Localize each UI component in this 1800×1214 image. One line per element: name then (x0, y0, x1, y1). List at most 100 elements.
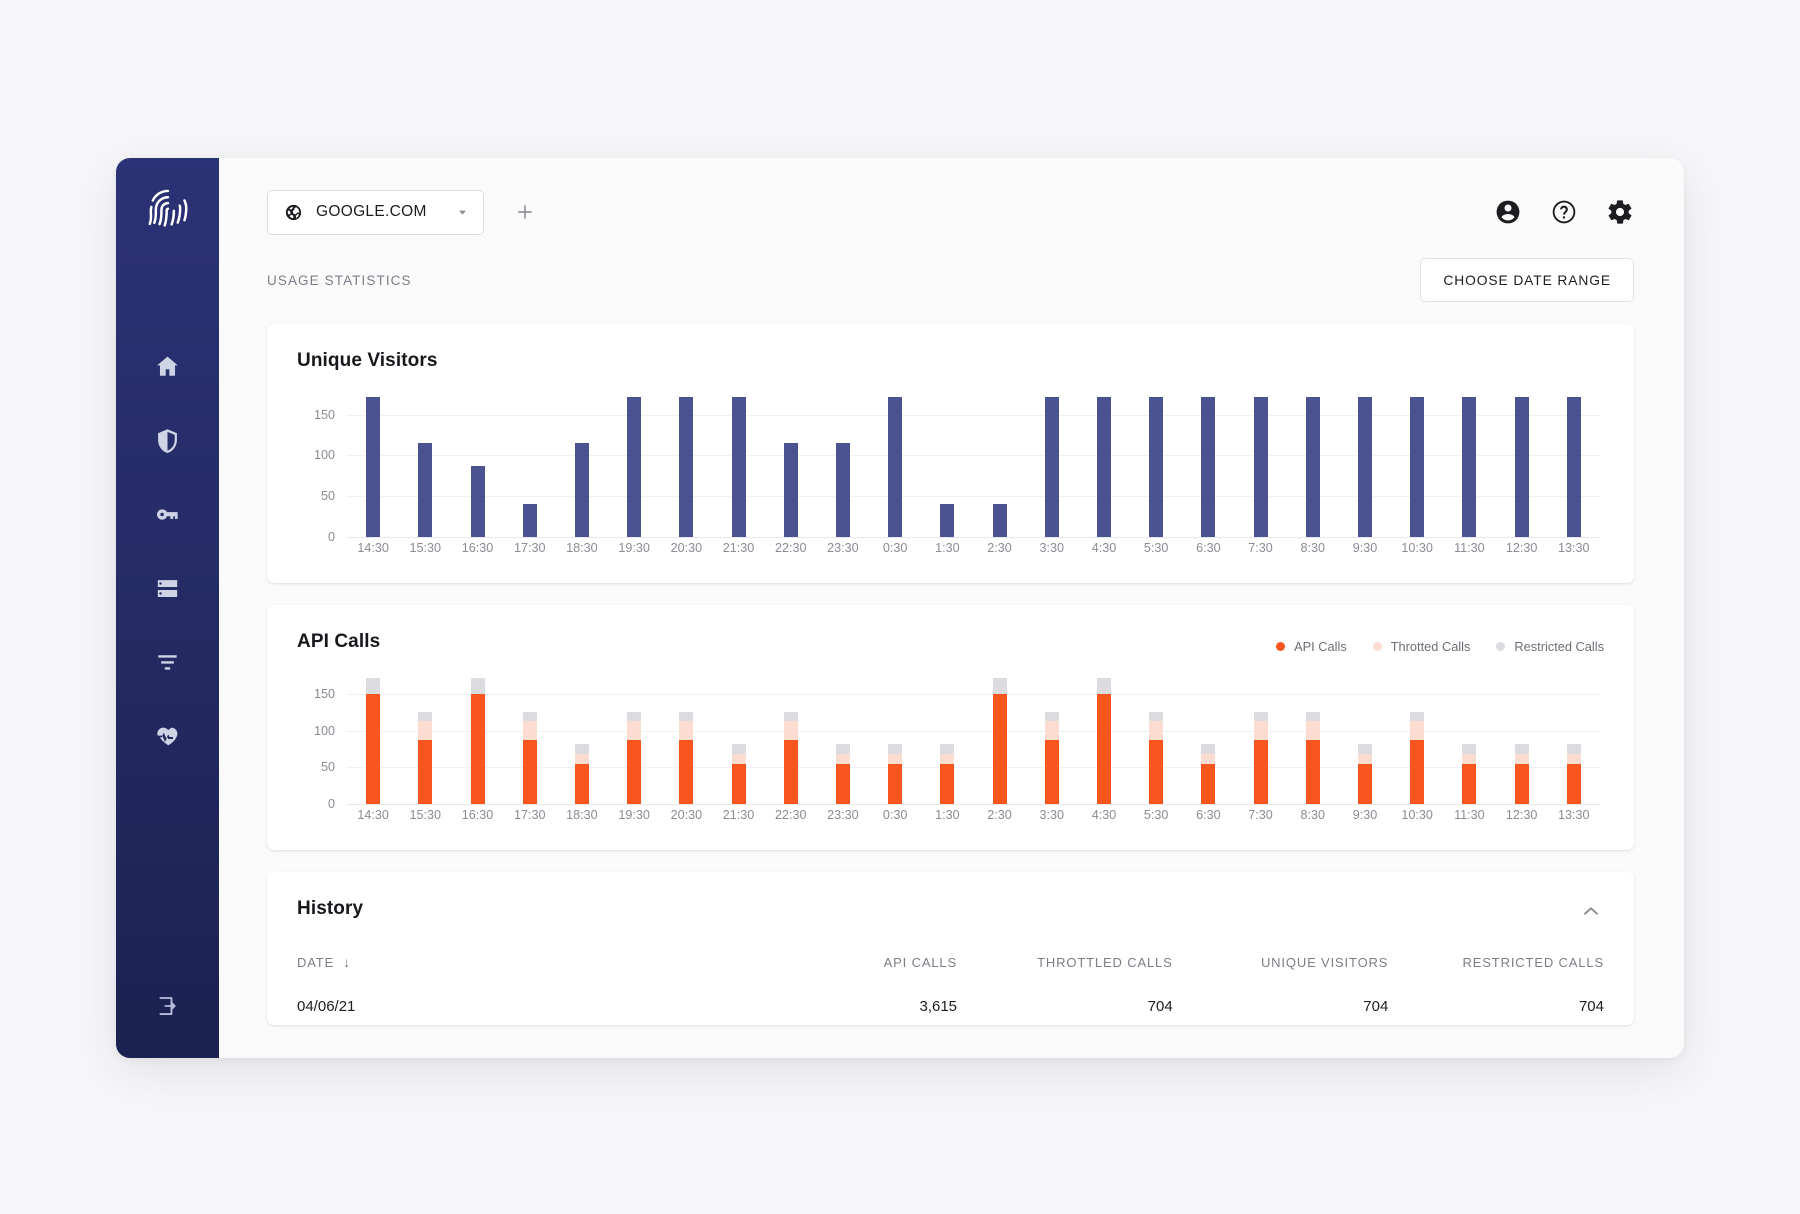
bar-slot[interactable] (608, 672, 660, 804)
bar (679, 397, 693, 537)
sidebar-item-filters[interactable] (146, 644, 190, 680)
bar-slot[interactable] (765, 672, 817, 804)
bar-slot[interactable] (921, 672, 973, 804)
legend-item[interactable]: API Calls (1276, 639, 1347, 654)
bar-slot[interactable] (608, 390, 660, 537)
bar-slot[interactable] (1443, 390, 1495, 537)
bar (836, 443, 850, 537)
x-axis-tick: 1:30 (921, 808, 973, 832)
bar-slot[interactable] (1182, 672, 1234, 804)
bar-slot[interactable] (921, 390, 973, 537)
sidebar-item-logout[interactable] (146, 988, 190, 1024)
table-row[interactable]: 04/06/213,615704704704 (297, 998, 1604, 1025)
bar-segment (888, 764, 902, 804)
bar-group (347, 672, 1600, 804)
bar (1149, 397, 1163, 537)
bar-slot[interactable] (1182, 390, 1234, 537)
plot-area: 050100150 (347, 390, 1600, 537)
bar (1515, 397, 1529, 537)
chevron-down-icon[interactable] (456, 206, 469, 219)
bar-slot[interactable] (399, 672, 451, 804)
bar-slot[interactable] (1495, 672, 1547, 804)
bar-segment (471, 694, 485, 804)
bar-slot[interactable] (660, 390, 712, 537)
col-header-restricted-calls[interactable]: RESTRICTED CALLS (1388, 954, 1604, 998)
bar-slot[interactable] (1026, 672, 1078, 804)
bar-slot[interactable] (973, 672, 1025, 804)
bar-slot[interactable] (869, 672, 921, 804)
stacked-bar (1306, 672, 1320, 804)
bar-slot[interactable] (556, 390, 608, 537)
x-axis-tick: 17:30 (504, 541, 556, 565)
col-header-throttled-calls[interactable]: THROTTLED CALLS (957, 954, 1173, 998)
bar-slot[interactable] (1234, 672, 1286, 804)
bar-slot[interactable] (1287, 390, 1339, 537)
bar-segment (418, 740, 432, 804)
bar-slot[interactable] (1078, 672, 1130, 804)
bar-slot[interactable] (1287, 672, 1339, 804)
bar-slot[interactable] (765, 390, 817, 537)
bar-slot[interactable] (1130, 672, 1182, 804)
stacked-bar (1097, 672, 1111, 804)
bar-slot[interactable] (451, 672, 503, 804)
sidebar-item-keys[interactable] (146, 496, 190, 532)
col-header-api-calls[interactable]: API CALLS (741, 954, 957, 998)
choose-date-range-button[interactable]: CHOOSE DATE RANGE (1420, 258, 1634, 302)
bar-slot[interactable] (1391, 390, 1443, 537)
sidebar-item-home[interactable] (146, 348, 190, 384)
bar-segment (888, 744, 902, 754)
x-axis-tick: 21:30 (712, 808, 764, 832)
sidebar-item-security[interactable] (146, 422, 190, 458)
bar-slot[interactable] (1339, 672, 1391, 804)
bar-slot[interactable] (399, 390, 451, 537)
bar-segment (993, 694, 1007, 804)
stacked-bar (732, 672, 746, 804)
sidebar-item-servers[interactable] (146, 570, 190, 606)
bar-slot[interactable] (1234, 390, 1286, 537)
table-head: DATE ↓ API CALLS THROTTLED CALLS UNIQUE … (297, 954, 1604, 998)
col-header-date[interactable]: DATE ↓ (297, 954, 741, 998)
bar-segment (1149, 712, 1163, 721)
add-site-button[interactable] (510, 197, 540, 227)
help-circle-icon[interactable] (1550, 198, 1578, 226)
site-selector[interactable]: GOOGLE.COM (267, 190, 484, 235)
bar-slot[interactable] (973, 390, 1025, 537)
gear-icon[interactable] (1606, 198, 1634, 226)
table-cell-date: 04/06/21 (297, 998, 741, 1025)
bar-slot[interactable] (817, 390, 869, 537)
x-axis-tick: 14:30 (347, 808, 399, 832)
stacked-bar (1358, 672, 1372, 804)
bar-slot[interactable] (1548, 390, 1600, 537)
bar-slot[interactable] (817, 672, 869, 804)
bar-slot[interactable] (712, 672, 764, 804)
bar-segment (627, 721, 641, 740)
bar (1254, 397, 1268, 537)
bar-slot[interactable] (712, 390, 764, 537)
bar-slot[interactable] (347, 672, 399, 804)
bar-slot[interactable] (1130, 390, 1182, 537)
chevron-up-icon[interactable] (1578, 898, 1604, 924)
history-title: History (297, 898, 363, 920)
bar-slot[interactable] (660, 672, 712, 804)
bar-slot[interactable] (1339, 390, 1391, 537)
bar-slot[interactable] (347, 390, 399, 537)
bar-slot[interactable] (1078, 390, 1130, 537)
bar-slot[interactable] (1548, 672, 1600, 804)
bar-slot[interactable] (1026, 390, 1078, 537)
x-axis-tick: 21:30 (712, 541, 764, 565)
bar-slot[interactable] (504, 672, 556, 804)
bar-slot[interactable] (556, 672, 608, 804)
bar-slot[interactable] (1391, 672, 1443, 804)
account-circle-icon[interactable] (1494, 198, 1522, 226)
bar-segment (366, 678, 380, 694)
legend-item[interactable]: Throtted Calls (1373, 639, 1471, 654)
col-header-unique-visitors[interactable]: UNIQUE VISITORS (1173, 954, 1389, 998)
bar-slot[interactable] (1443, 672, 1495, 804)
bar-segment (523, 712, 537, 721)
bar-slot[interactable] (1495, 390, 1547, 537)
bar-slot[interactable] (504, 390, 556, 537)
bar-slot[interactable] (451, 390, 503, 537)
bar-slot[interactable] (869, 390, 921, 537)
legend-item[interactable]: Restricted Calls (1496, 639, 1604, 654)
sidebar-item-monitoring[interactable] (146, 718, 190, 754)
